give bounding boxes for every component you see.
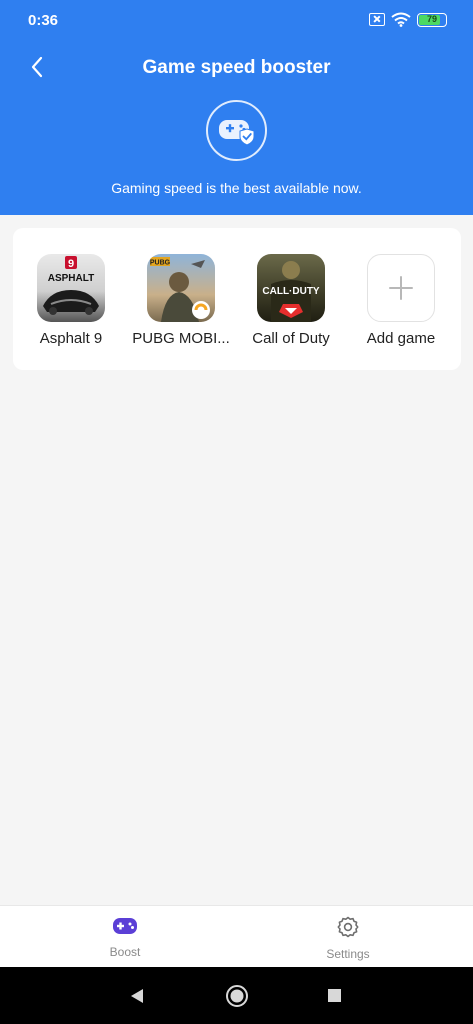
gear-icon [337, 916, 359, 938]
games-panel: 9 ASPHALT Asphalt 9 PUBG PUBG MOBI... CA… [13, 228, 461, 370]
tab-settings-label: Settings [326, 947, 370, 961]
gamepad-icon [113, 918, 137, 934]
plus-icon [389, 276, 413, 300]
add-game-button[interactable]: Add game [347, 254, 455, 347]
system-navigation-bar [0, 967, 473, 1024]
game-asphalt-9[interactable]: 9 ASPHALT Asphalt 9 [17, 254, 125, 347]
game-pubg-mobile[interactable]: PUBG PUBG MOBI... [127, 254, 235, 347]
boost-status-badge [206, 100, 267, 161]
wifi-icon [391, 12, 411, 27]
bottom-nav: Boost Settings [0, 905, 473, 967]
boost-status-text: Gaming speed is the best available now. [111, 180, 362, 196]
status-icons: 79 [369, 12, 447, 27]
battery-level: 79 [426, 13, 437, 24]
call-of-duty-app-icon: CALL·DUTY [257, 254, 325, 322]
battery-icon: 79 [417, 12, 447, 27]
game-label: Asphalt 9 [39, 330, 103, 347]
system-home-button[interactable] [225, 984, 249, 1008]
header: 0:36 79 Game speed booster Gaming speed … [0, 0, 473, 215]
system-back-button[interactable] [128, 987, 146, 1005]
pubg-badge-text: PUBG [150, 260, 171, 267]
pubg-mobile-app-icon: PUBG [147, 254, 215, 322]
asphalt-badge-number: 9 [68, 258, 74, 270]
cod-badge-text: CALL·DUTY [262, 286, 320, 297]
tab-boost-label: Boost [109, 945, 141, 959]
asphalt-badge-text: ASPHALT [48, 273, 94, 284]
add-game-tile [367, 254, 435, 322]
gamepad-shield-icon [218, 119, 254, 146]
game-label: PUBG MOBI... [132, 330, 230, 347]
page-title: Game speed booster [142, 57, 331, 78]
tab-boost[interactable]: Boost [65, 916, 185, 959]
asphalt-9-app-icon: 9 ASPHALT [37, 254, 105, 322]
tab-settings[interactable]: Settings [288, 916, 408, 961]
game-label: Add game [366, 330, 436, 347]
no-sim-icon [369, 13, 385, 26]
game-label: Call of Duty [252, 330, 330, 347]
system-recents-button[interactable] [327, 988, 342, 1003]
game-call-of-duty[interactable]: CALL·DUTY Call of Duty [237, 254, 345, 347]
status-bar: 0:36 79 [0, 0, 473, 40]
status-time: 0:36 [28, 12, 59, 29]
